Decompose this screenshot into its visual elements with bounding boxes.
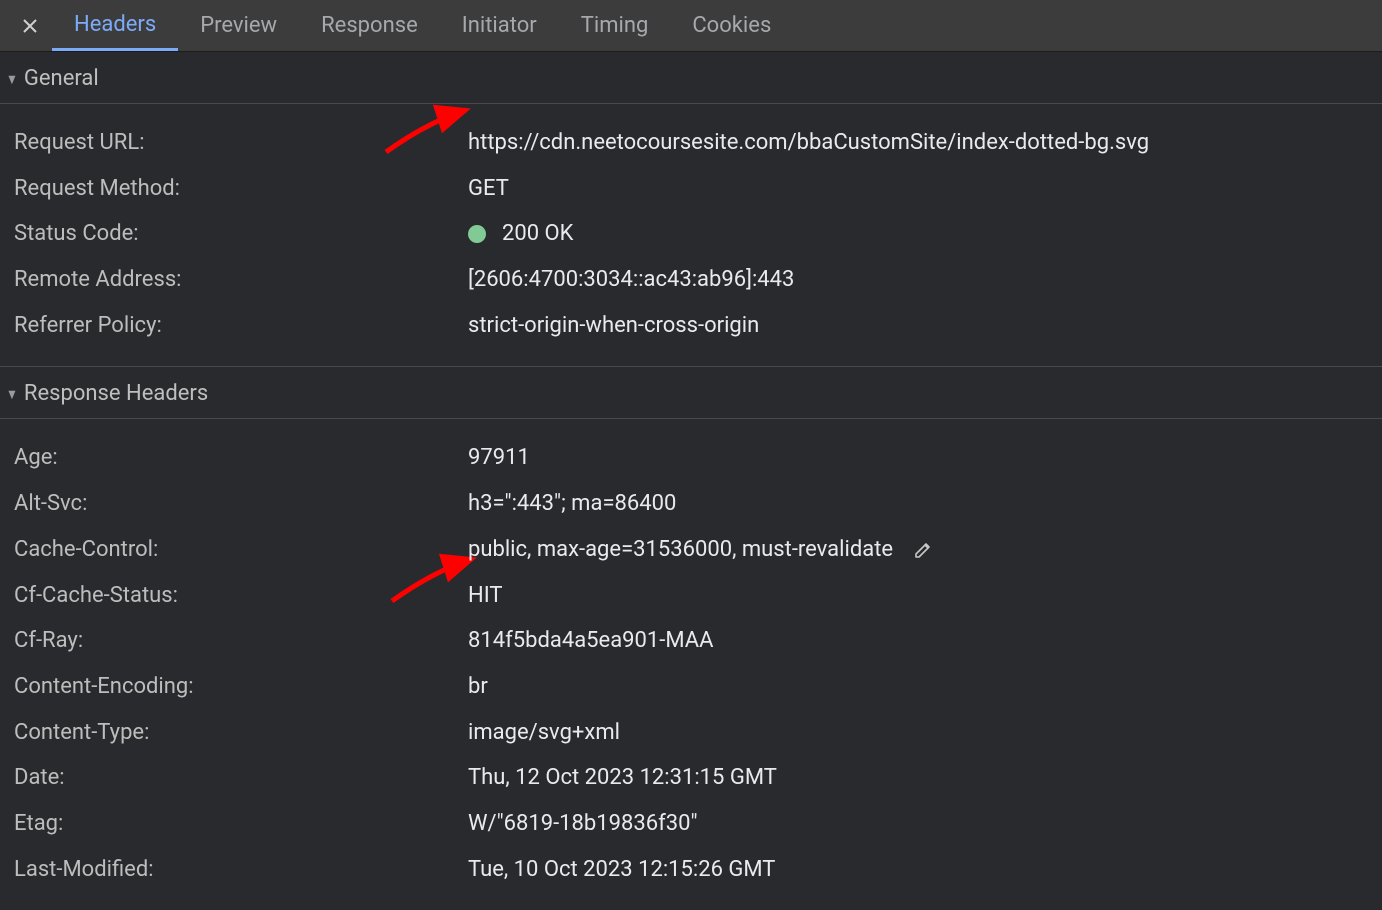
label-date: Date: [0,763,468,793]
row-last-modified: Last-Modified: Tue, 10 Oct 2023 12:15:26… [0,847,1382,893]
row-remote-address: Remote Address: [2606:4700:3034::ac43:ab… [0,257,1382,303]
section-response-headers-header[interactable]: ▼ Response Headers [0,367,1382,419]
value-content-encoding: br [468,672,488,702]
value-remote-address: [2606:4700:3034::ac43:ab96]:443 [468,265,794,295]
row-cache-control: Cache-Control: public, max-age=31536000,… [0,527,1382,573]
row-request-method: Request Method: GET [0,166,1382,212]
section-general-header[interactable]: ▼ General [0,52,1382,104]
label-status-code: Status Code: [0,219,468,249]
row-content-encoding: Content-Encoding: br [0,664,1382,710]
value-etag: W/"6819-18b19836f30" [468,809,698,839]
row-status-code: Status Code: 200 OK [0,211,1382,257]
row-content-type: Content-Type: image/svg+xml [0,710,1382,756]
tab-initiator[interactable]: Initiator [440,0,559,51]
value-content-type: image/svg+xml [468,718,620,748]
label-age: Age: [0,443,468,473]
response-headers-block: Age: 97911 Alt-Svc: h3=":443"; ma=86400 … [0,419,1382,910]
row-alt-svc: Alt-Svc: h3=":443"; ma=86400 [0,481,1382,527]
edit-icon[interactable] [913,540,933,560]
status-code-text: 200 OK [502,219,574,249]
tab-cookies[interactable]: Cookies [670,0,793,51]
row-referrer-policy: Referrer Policy: strict-origin-when-cros… [0,303,1382,349]
label-alt-svc: Alt-Svc: [0,489,468,519]
label-referrer-policy: Referrer Policy: [0,311,468,341]
label-last-modified: Last-Modified: [0,855,468,885]
value-cache-control: public, max-age=31536000, must-revalidat… [468,535,933,565]
tab-headers[interactable]: Headers [52,0,178,51]
status-dot-icon [468,225,486,243]
value-alt-svc: h3=":443"; ma=86400 [468,489,676,519]
label-content-type: Content-Type: [0,718,468,748]
tab-response[interactable]: Response [299,0,440,51]
tab-bar: Headers Preview Response Initiator Timin… [0,0,1382,52]
cache-control-text: public, max-age=31536000, must-revalidat… [468,535,893,565]
row-request-url: Request URL: https://cdn.neetocoursesite… [0,120,1382,166]
row-date: Date: Thu, 12 Oct 2023 12:31:15 GMT [0,755,1382,801]
value-age: 97911 [468,443,530,473]
value-cf-cache-status: HIT [468,581,503,611]
row-cf-ray: Cf-Ray: 814f5bda4a5ea901-MAA [0,618,1382,664]
disclosure-triangle-icon: ▼ [6,70,18,87]
value-cf-ray: 814f5bda4a5ea901-MAA [468,626,713,656]
section-general-title: General [24,66,99,91]
label-request-method: Request Method: [0,174,468,204]
tab-preview[interactable]: Preview [178,0,299,51]
value-request-url: https://cdn.neetocoursesite.com/bbaCusto… [468,128,1149,158]
row-cf-cache-status: Cf-Cache-Status: HIT [0,573,1382,619]
value-last-modified: Tue, 10 Oct 2023 12:15:26 GMT [468,855,775,885]
tab-timing[interactable]: Timing [559,0,671,51]
label-cache-control: Cache-Control: [0,535,468,565]
label-etag: Etag: [0,809,468,839]
section-response-headers-title: Response Headers [24,381,208,406]
label-cf-cache-status: Cf-Cache-Status: [0,581,468,611]
value-request-method: GET [468,174,509,204]
value-date: Thu, 12 Oct 2023 12:31:15 GMT [468,763,777,793]
label-cf-ray: Cf-Ray: [0,626,468,656]
general-block: Request URL: https://cdn.neetocoursesite… [0,104,1382,367]
disclosure-triangle-icon: ▼ [6,386,18,403]
row-etag: Etag: W/"6819-18b19836f30" [0,801,1382,847]
value-status-code: 200 OK [468,219,574,249]
row-age: Age: 97911 [0,435,1382,481]
close-icon [22,18,38,34]
close-button[interactable] [8,18,52,34]
label-request-url: Request URL: [0,128,468,158]
label-content-encoding: Content-Encoding: [0,672,468,702]
value-referrer-policy: strict-origin-when-cross-origin [468,311,759,341]
label-remote-address: Remote Address: [0,265,468,295]
